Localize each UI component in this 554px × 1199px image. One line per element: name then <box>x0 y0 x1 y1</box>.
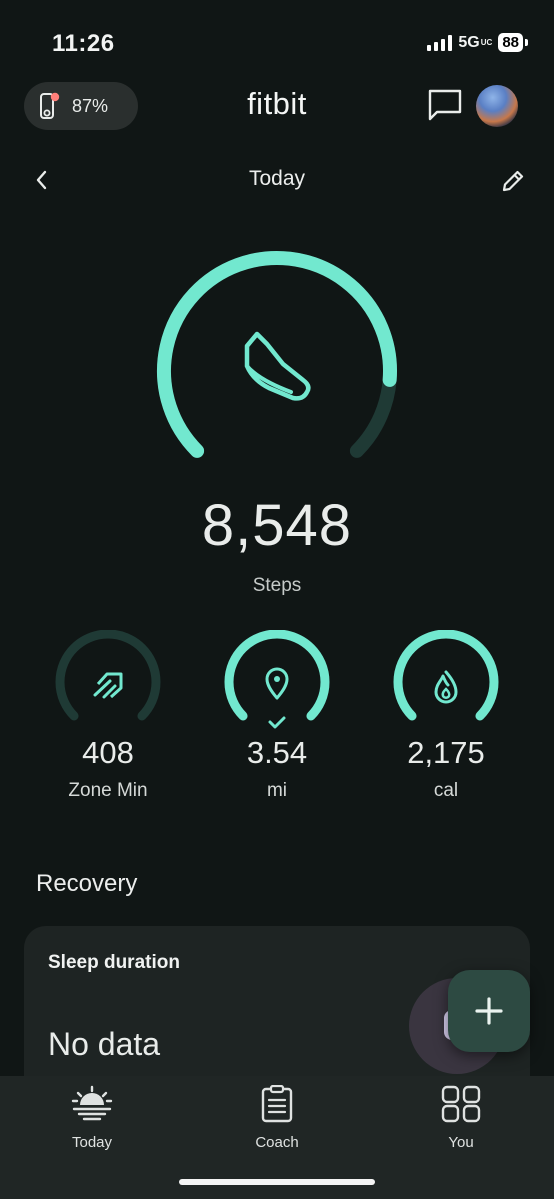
check-icon <box>268 716 286 729</box>
plus-icon <box>475 997 503 1025</box>
battery-icon <box>525 39 528 46</box>
nav-label: You <box>448 1134 474 1151</box>
card-title: Sleep duration <box>48 952 180 973</box>
stat-distance[interactable]: 3.54 mi <box>207 629 347 802</box>
network-indicator: 5G UC <box>458 34 492 52</box>
clipboard-icon <box>261 1084 293 1123</box>
sunrise-icon <box>71 1085 113 1121</box>
home-indicator[interactable] <box>179 1179 375 1185</box>
section-title-recovery: Recovery <box>36 870 138 897</box>
pencil-icon[interactable] <box>500 168 526 199</box>
stat-value: 3.54 <box>246 735 308 770</box>
steps-ring[interactable] <box>150 244 404 489</box>
stat-label: Zone Min <box>68 780 148 801</box>
nav-label: Coach <box>255 1134 299 1151</box>
nav-label: Today <box>71 1134 113 1151</box>
location-pin-icon <box>265 667 289 700</box>
stat-ring-progress <box>224 629 330 721</box>
network-suffix: UC <box>480 38 493 47</box>
stat-value: 2,175 <box>407 735 485 770</box>
stat-value: 408 <box>82 735 134 770</box>
stat-label: mi <box>266 780 288 801</box>
stat-calories[interactable]: 2,175 cal <box>376 629 516 802</box>
grid-icon <box>441 1085 481 1123</box>
stat-label: cal <box>433 780 459 801</box>
flame-icon <box>434 670 458 704</box>
nav-coach[interactable]: Coach <box>217 1084 337 1151</box>
network-label: 5G <box>458 33 480 51</box>
signal-icon <box>427 34 453 51</box>
stat-zone-minutes[interactable]: 408 Zone Min <box>38 629 178 802</box>
steps-label: Steps <box>252 575 302 596</box>
app-title: fitbit <box>247 86 307 121</box>
date-title: Today <box>248 167 306 190</box>
battery-level: 88 <box>498 33 523 52</box>
steps-value: 8,548 <box>201 493 353 558</box>
zone-arrow-icon <box>93 672 123 699</box>
card-value: No data <box>48 1026 161 1062</box>
stat-ring-progress <box>393 629 499 721</box>
nav-you[interactable]: You <box>401 1085 521 1151</box>
add-button[interactable] <box>448 970 530 1052</box>
status-icons: 5G UC 88 <box>427 33 528 52</box>
nav-today[interactable]: Today <box>32 1085 152 1151</box>
status-time: 11:26 <box>52 30 115 57</box>
shoe-icon <box>244 331 311 401</box>
chat-icon[interactable] <box>427 88 463 127</box>
avatar[interactable] <box>476 85 518 127</box>
